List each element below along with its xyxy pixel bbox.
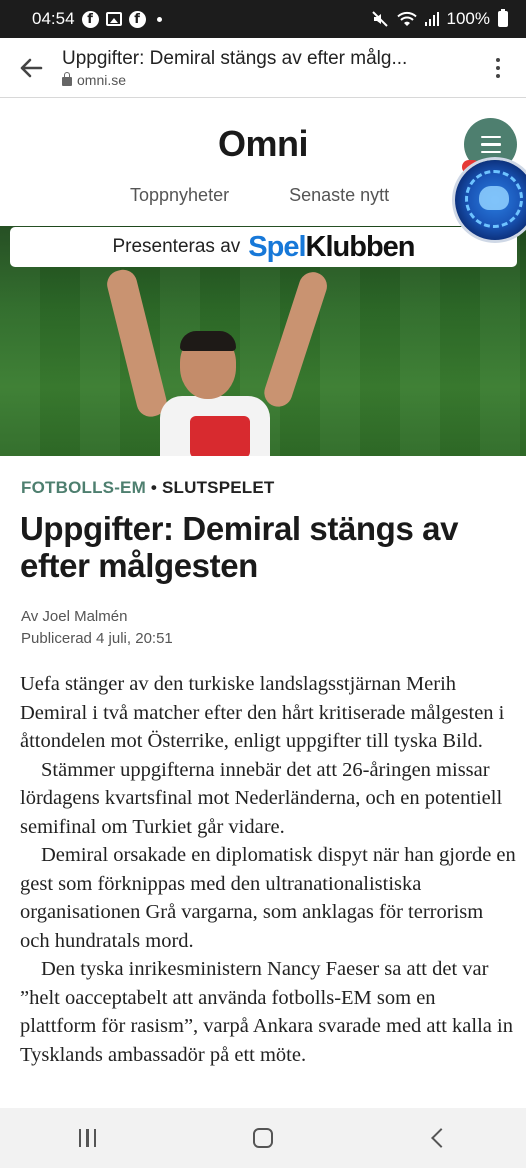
player-photo	[104, 266, 331, 456]
system-back-button[interactable]	[431, 1128, 452, 1148]
site-header: Omni Toppnyheter Senaste nytt	[0, 99, 526, 226]
author: Av Joel Malmén	[21, 608, 128, 625]
address-bar[interactable]: Uppgifter: Demiral stängs av efter målg.…	[62, 48, 470, 88]
recent-apps-button[interactable]	[78, 1129, 98, 1147]
nav-tab-toppnyheter[interactable]: Toppnyheter	[130, 185, 229, 206]
battery-percent: 100%	[446, 9, 490, 28]
spelklubben-logo: SpelKlubben	[248, 230, 415, 263]
brain-icon	[479, 186, 509, 210]
paragraph: Uefa stänger av den turkiske landslagsst…	[20, 673, 505, 752]
category-link[interactable]: FOTBOLLS-EM	[21, 478, 146, 497]
sponsor-banner[interactable]: Presenteras av SpelKlubben	[10, 227, 517, 267]
back-button[interactable]	[0, 38, 62, 98]
mute-icon	[371, 11, 388, 27]
wifi-icon	[396, 11, 417, 26]
site-logo[interactable]: Omni	[0, 123, 526, 165]
facebook-icon: f	[81, 10, 99, 28]
url-text: omni.se	[77, 71, 127, 88]
status-time: 04:54	[32, 9, 75, 28]
sponsor-label: Presenteras av	[112, 236, 241, 257]
more-vert-icon	[496, 57, 500, 62]
article-headline: Uppgifter: Demiral stängs av efter målge…	[20, 510, 459, 584]
paragraph: Stämmer uppgifterna innebär det att 26-å…	[20, 758, 503, 838]
site-nav: Toppnyheter Senaste nytt	[130, 185, 389, 206]
lock-icon	[62, 71, 72, 86]
browser-menu-button[interactable]	[470, 38, 526, 98]
assistant-bubble[interactable]	[455, 160, 526, 245]
battery-icon	[498, 9, 508, 27]
facebook-icon: f	[128, 10, 146, 28]
browser-toolbar: Uppgifter: Demiral stängs av efter målg.…	[0, 38, 526, 98]
subcategory-link[interactable]: SLUTSPELET	[162, 478, 275, 497]
paragraph: Den tyska inrikesministern Nancy Faeser …	[20, 958, 513, 1066]
paragraph: Demiral orsakade en diplomatisk dispyt n…	[20, 844, 516, 952]
article-category: FOTBOLLS-EM • SLUTSPELET	[21, 478, 275, 497]
home-button[interactable]	[252, 1128, 273, 1148]
notification-dot-icon	[156, 16, 162, 22]
published-date: Publicerad 4 juli, 20:51	[21, 630, 173, 647]
system-nav-bar	[0, 1108, 526, 1168]
browser-page-title: Uppgifter: Demiral stängs av efter målg.…	[62, 47, 408, 69]
nav-tab-senaste-nytt[interactable]: Senaste nytt	[289, 185, 389, 206]
article-byline: Av Joel Malmén Publicerad 4 juli, 20:51	[21, 606, 173, 650]
status-bar: 04:54 f f 100%	[0, 0, 526, 38]
hamburger-icon	[480, 135, 501, 139]
article-body: Uefa stänger av den turkiske landslagsst…	[20, 670, 516, 1069]
gallery-icon	[105, 12, 122, 26]
arrow-left-icon	[20, 58, 43, 77]
signal-icon	[424, 12, 439, 26]
